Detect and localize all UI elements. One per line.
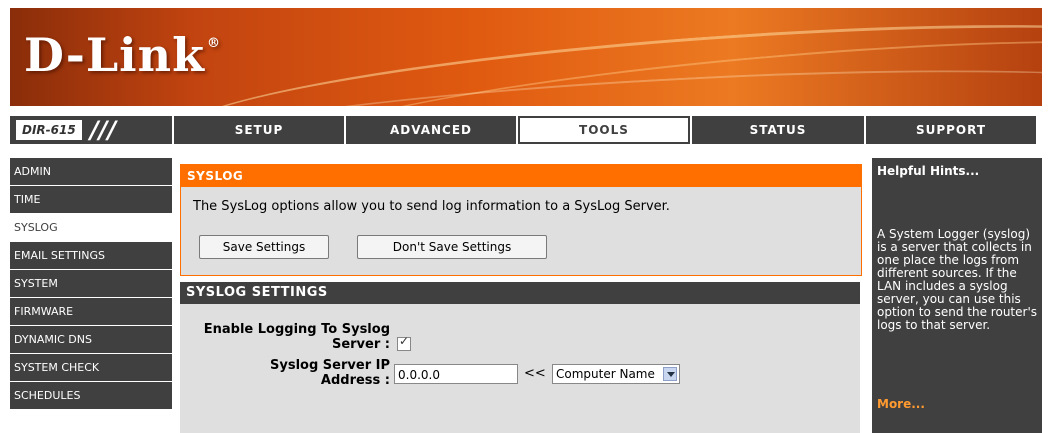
dlink-logo: D-Link ®: [24, 28, 221, 82]
tab-advanced[interactable]: ADVANCED: [346, 116, 516, 144]
enable-logging-label-line2: Server :: [331, 337, 390, 352]
sidebar-item-schedules[interactable]: SCHEDULES: [10, 382, 172, 410]
registered-mark: ®: [206, 36, 221, 51]
tab-status[interactable]: STATUS: [692, 116, 864, 144]
tab-support[interactable]: SUPPORT: [866, 116, 1036, 144]
syslog-settings-title: SYSLOG SETTINGS: [180, 282, 860, 304]
syslog-settings-section: SYSLOG SETTINGS Enable Logging To Syslog…: [180, 282, 860, 433]
syslog-server-ip-label-line1: Syslog Server IP: [270, 358, 390, 373]
syslog-server-ip-label: Syslog Server IP Address :: [194, 358, 390, 388]
sidebar-item-system[interactable]: SYSTEM: [10, 270, 172, 298]
tab-tools[interactable]: TOOLS: [518, 116, 690, 144]
sidebar-item-dynamic-dns[interactable]: DYNAMIC DNS: [10, 326, 172, 354]
model-slashes: ///: [90, 116, 117, 144]
header-banner: D-Link ®: [10, 8, 1042, 106]
sidebar-item-time[interactable]: TIME: [10, 186, 172, 214]
model-badge: DIR-615 ///: [10, 116, 172, 144]
computer-name-select-value: Computer Name: [556, 367, 655, 381]
helpful-hints-text: A System Logger (syslog) is a server tha…: [877, 227, 1037, 332]
main-content: SYSLOG The SysLog options allow you to s…: [172, 158, 870, 433]
sidebar-item-email-settings[interactable]: EMAIL SETTINGS: [10, 242, 172, 270]
syslog-server-ip-label-line2: Address :: [320, 373, 390, 388]
dont-save-settings-button[interactable]: Don't Save Settings: [357, 235, 547, 259]
logo-text: D-Link: [24, 28, 205, 82]
model-name: DIR-615: [16, 120, 82, 140]
sidebar-item-syslog[interactable]: SYSLOG: [10, 214, 172, 242]
tab-setup[interactable]: SETUP: [174, 116, 344, 144]
chevron-down-icon[interactable]: [663, 367, 677, 381]
sidebar-item-firmware[interactable]: FIRMWARE: [10, 298, 172, 326]
enable-logging-label-line1: Enable Logging To Syslog: [203, 322, 390, 337]
syslog-section-title: SYSLOG: [181, 165, 861, 187]
more-link[interactable]: More...: [877, 397, 925, 411]
helpful-hints-panel: Helpful Hints... A System Logger (syslog…: [872, 158, 1042, 433]
top-navigation: DIR-615 /// SETUP ADVANCED TOOLS STATUS …: [10, 116, 1042, 144]
sidebar-menu: ADMIN TIME SYSLOG EMAIL SETTINGS SYSTEM …: [10, 158, 172, 410]
helpful-hints-title: Helpful Hints...: [877, 164, 980, 178]
syslog-description: The SysLog options allow you to send log…: [193, 199, 670, 214]
syslog-section: SYSLOG The SysLog options allow you to s…: [180, 164, 862, 276]
syslog-server-ip-input[interactable]: 0.0.0.0: [394, 364, 518, 384]
checkmark-icon: ✓: [399, 334, 410, 348]
save-settings-button[interactable]: Save Settings: [199, 235, 329, 259]
sidebar-item-system-check[interactable]: SYSTEM CHECK: [10, 354, 172, 382]
enable-logging-checkbox[interactable]: ✓: [397, 334, 411, 351]
computer-name-select[interactable]: Computer Name: [552, 364, 680, 384]
sidebar-item-admin[interactable]: ADMIN: [10, 158, 172, 186]
copy-computer-ip-arrows[interactable]: <<: [524, 366, 546, 381]
enable-logging-label: Enable Logging To Syslog Server :: [194, 322, 390, 352]
